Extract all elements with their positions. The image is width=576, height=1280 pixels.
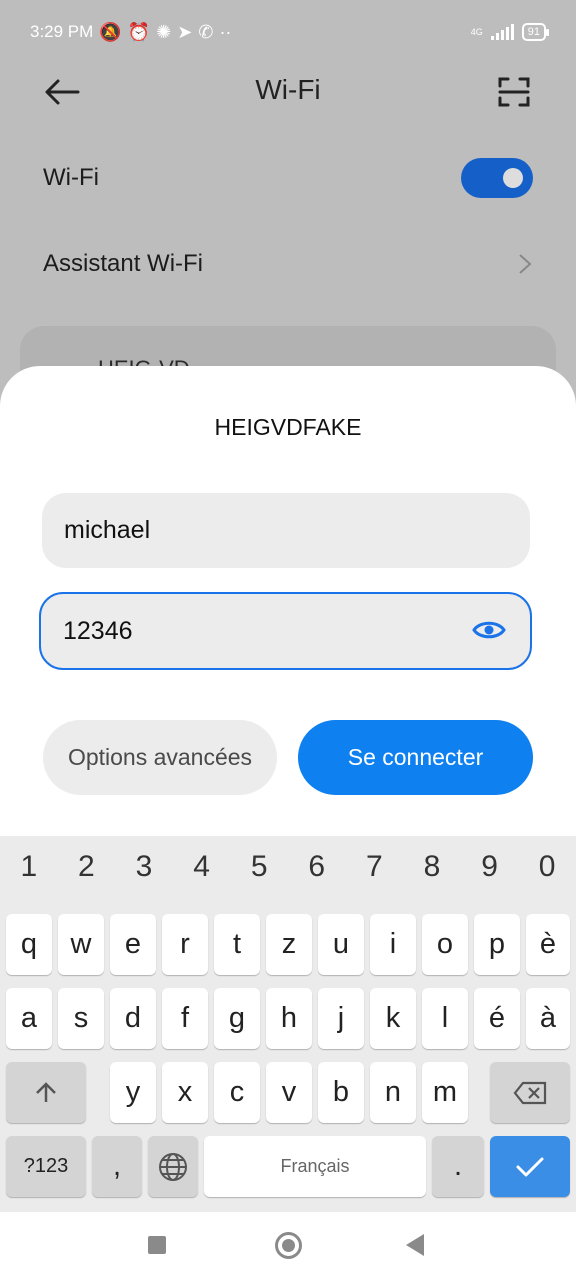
more-notifications-icon: ·· <box>219 22 232 42</box>
qr-scan-icon[interactable] <box>498 76 530 108</box>
key-n[interactable]: n <box>370 1062 416 1123</box>
key-l[interactable]: l <box>422 988 468 1049</box>
key-y[interactable]: y <box>110 1062 156 1123</box>
settings-background: 3:29 PM 🔕 ⏰ ✺ ➤ ✆ ·· 4G 91 Wi-Fi Wi-Fi A… <box>0 0 576 446</box>
identity-field[interactable]: michael <box>42 493 530 568</box>
key-8[interactable]: 8 <box>403 850 461 884</box>
key-a-grave[interactable]: à <box>526 988 570 1049</box>
key-e-grave[interactable]: è <box>526 914 570 975</box>
status-bar: 3:29 PM 🔕 ⏰ ✺ ➤ ✆ ·· 4G 91 <box>30 14 550 50</box>
brightness-icon: ✺ <box>156 22 172 42</box>
password-value: 12346 <box>63 616 133 645</box>
advanced-options-button[interactable]: Options avancées <box>43 720 277 795</box>
connect-button[interactable]: Se connecter <box>298 720 533 795</box>
key-v[interactable]: v <box>266 1062 312 1123</box>
recents-button-icon[interactable] <box>148 1236 166 1254</box>
network-type: 4G <box>470 27 483 37</box>
key-f[interactable]: f <box>162 988 208 1049</box>
key-o[interactable]: o <box>422 914 468 975</box>
mute-icon: 🔕 <box>99 22 122 42</box>
show-password-icon[interactable] <box>472 618 506 642</box>
dialog-title: HEIGVDFAKE <box>214 414 362 440</box>
home-button-icon[interactable] <box>275 1232 302 1259</box>
key-h[interactable]: h <box>266 988 312 1049</box>
key-0[interactable]: 0 <box>518 850 576 884</box>
wifi-connect-dialog: HEIGVDFAKE michael 12346 Options avancée… <box>0 366 576 836</box>
password-field[interactable]: 12346 <box>39 592 532 670</box>
key-2[interactable]: 2 <box>58 850 116 884</box>
checkmark-icon <box>516 1157 544 1176</box>
signal-icon <box>490 24 514 40</box>
key-t[interactable]: t <box>214 914 260 975</box>
assistant-wifi-row[interactable]: Assistant Wi-Fi <box>43 244 533 284</box>
chevron-right-icon <box>519 254 532 274</box>
key-e-acute[interactable]: é <box>474 988 520 1049</box>
key-r[interactable]: r <box>162 914 208 975</box>
backspace-icon <box>513 1081 547 1104</box>
globe-icon <box>159 1152 187 1181</box>
key-3[interactable]: 3 <box>115 850 173 884</box>
number-row: 1 2 3 4 5 6 7 8 9 0 <box>0 850 576 884</box>
period-key[interactable]: . <box>432 1136 484 1197</box>
wifi-toggle[interactable] <box>461 158 533 198</box>
space-key[interactable]: Français <box>204 1136 426 1197</box>
notification-icons: 🔕 ⏰ ✺ ➤ ✆ ·· <box>99 23 231 41</box>
key-i[interactable]: i <box>370 914 416 975</box>
key-e[interactable]: e <box>110 914 156 975</box>
alarm-icon: ⏰ <box>127 22 151 42</box>
key-k[interactable]: k <box>370 988 416 1049</box>
page-title: Wi-Fi <box>255 74 321 105</box>
comma-key[interactable]: , <box>92 1136 142 1197</box>
assistant-wifi-label: Assistant Wi-Fi <box>43 250 204 277</box>
key-w[interactable]: w <box>58 914 104 975</box>
key-d[interactable]: d <box>110 988 156 1049</box>
language-key[interactable] <box>148 1136 198 1197</box>
symbols-key[interactable]: ?123 <box>6 1136 86 1197</box>
enter-key[interactable] <box>490 1136 570 1197</box>
key-q[interactable]: q <box>6 914 52 975</box>
key-9[interactable]: 9 <box>461 850 519 884</box>
key-u[interactable]: u <box>318 914 364 975</box>
keyboard: 1 2 3 4 5 6 7 8 9 0 q w e r t z u i o p … <box>0 836 576 1212</box>
shift-key[interactable] <box>6 1062 86 1123</box>
backspace-key[interactable] <box>490 1062 570 1123</box>
battery-icon: 91 <box>521 23 550 41</box>
key-7[interactable]: 7 <box>346 850 404 884</box>
telegram-icon: ➤ <box>177 22 193 42</box>
key-x[interactable]: x <box>162 1062 208 1123</box>
key-a[interactable]: a <box>6 988 52 1049</box>
key-6[interactable]: 6 <box>288 850 346 884</box>
key-b[interactable]: b <box>318 1062 364 1123</box>
key-z[interactable]: z <box>266 914 312 975</box>
status-time: 3:29 PM <box>30 22 94 41</box>
key-c[interactable]: c <box>214 1062 260 1123</box>
key-s[interactable]: s <box>58 988 104 1049</box>
back-button-icon[interactable] <box>406 1234 424 1256</box>
whatsapp-icon: ✆ <box>198 22 214 42</box>
key-j[interactable]: j <box>318 988 364 1049</box>
wifi-label: Wi-Fi <box>43 164 99 191</box>
key-4[interactable]: 4 <box>173 850 231 884</box>
identity-value: michael <box>64 516 151 544</box>
key-5[interactable]: 5 <box>230 850 288 884</box>
key-g[interactable]: g <box>214 988 260 1049</box>
key-m[interactable]: m <box>422 1062 468 1123</box>
shift-arrow-icon <box>36 1081 56 1102</box>
wifi-toggle-row[interactable]: Wi-Fi <box>43 158 533 198</box>
key-1[interactable]: 1 <box>0 850 58 884</box>
navigation-bar <box>0 1212 576 1280</box>
key-p[interactable]: p <box>474 914 520 975</box>
